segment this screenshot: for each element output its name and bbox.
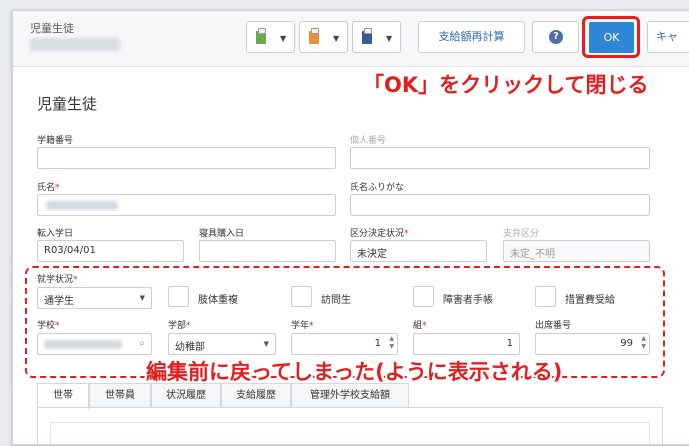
payment-category-label: 支弁区分 bbox=[503, 229, 540, 239]
tab-household-members[interactable]: 世帯員 bbox=[89, 383, 151, 408]
chevron-down-icon: ▼ bbox=[333, 34, 340, 43]
redacted-school-value bbox=[44, 340, 122, 349]
help-icon: ? bbox=[549, 30, 563, 44]
chevron-down-icon: ▼ bbox=[139, 294, 145, 302]
personal-no-label: 個人番号 bbox=[350, 136, 387, 146]
transfer-date-input[interactable]: R03/04/01 bbox=[37, 240, 184, 262]
clipboard-green-button[interactable]: ▼ bbox=[246, 21, 295, 53]
recalculate-payment-button[interactable]: 支給額再計算 bbox=[418, 21, 525, 53]
redacted-student-name bbox=[30, 38, 120, 51]
help-button[interactable]: ? bbox=[532, 21, 579, 53]
name-kana-label: 氏名ふりがな bbox=[350, 183, 405, 193]
name-label: 氏名* bbox=[37, 183, 60, 193]
chevron-down-icon: ▼ bbox=[263, 340, 269, 348]
tab-panel-content bbox=[50, 422, 650, 444]
tab-status-history[interactable]: 状況履歴 bbox=[151, 383, 221, 408]
ok-button-highlight bbox=[582, 16, 640, 58]
stepper-arrows-icon[interactable]: ▲ ▼ bbox=[389, 335, 394, 351]
tab-payment-history[interactable]: 支給履歴 bbox=[221, 383, 291, 408]
seat-no-label: 出席番号 bbox=[535, 321, 572, 331]
checkbox-physical-disability-label: 肢体重複 bbox=[198, 295, 238, 306]
redacted-name-value bbox=[46, 201, 118, 210]
reverted-note-annotation: 編集前に戻ってしまった(ように表示される) bbox=[146, 360, 563, 384]
class-input[interactable]: 1 bbox=[413, 333, 520, 355]
chevron-down-icon: ▼ bbox=[386, 34, 393, 43]
department-label: 学部* bbox=[168, 321, 191, 331]
name-input[interactable] bbox=[37, 194, 336, 216]
clipboard-blue-button[interactable]: ▼ bbox=[352, 21, 401, 53]
tab-household[interactable]: 世帯 bbox=[37, 383, 89, 409]
payment-category-select: 未定_不明 bbox=[503, 240, 650, 262]
name-kana-input[interactable] bbox=[350, 194, 650, 216]
school-label: 学校* bbox=[37, 321, 60, 331]
seat-no-stepper[interactable]: 99 ▲ ▼ bbox=[535, 333, 650, 355]
ok-instruction-annotation: 「OK」をクリックして閉じる bbox=[363, 73, 649, 97]
stepper-arrows-icon[interactable]: ▲ ▼ bbox=[641, 335, 646, 351]
cancel-button[interactable]: キャ bbox=[647, 21, 689, 53]
transfer-date-label: 転入学日 bbox=[37, 229, 74, 239]
enrollment-label: 就学状況* bbox=[37, 275, 78, 285]
tab-panel bbox=[37, 407, 663, 444]
checkbox-welfare-payment-label: 措置費受給 bbox=[565, 295, 615, 306]
checkbox-physical-disability[interactable] bbox=[168, 286, 189, 307]
window-title: 児童生徒 bbox=[30, 22, 74, 35]
enrollment-select[interactable]: 通学生 ▼ bbox=[37, 287, 152, 309]
personal-no-input[interactable] bbox=[350, 147, 650, 169]
checkbox-disability-card-label: 障害者手帳 bbox=[443, 295, 493, 306]
clipboard-icon bbox=[256, 28, 266, 44]
grade-stepper[interactable]: 1 ▲ ▼ bbox=[291, 333, 398, 355]
purchase-date-label: 寝具購入日 bbox=[199, 229, 245, 239]
checkbox-welfare-payment[interactable] bbox=[535, 286, 556, 307]
grade-label: 学年* bbox=[291, 321, 314, 331]
clipboard-orange-button[interactable]: ▼ bbox=[299, 21, 348, 53]
tab-external-school-payment[interactable]: 管理外学校支給額 bbox=[291, 383, 409, 408]
class-label: 組* bbox=[413, 321, 427, 331]
clipboard-icon bbox=[309, 28, 319, 44]
category-status-label: 区分決定状況* bbox=[350, 229, 409, 239]
checkbox-home-visit-label: 訪問生 bbox=[321, 295, 351, 306]
category-status-select[interactable]: 未決定 bbox=[350, 240, 487, 262]
dialog-header: 児童生徒 ▼ ▼ ▼ 支給額再計算 ? OK キャ bbox=[13, 11, 689, 67]
department-select[interactable]: 幼稚部 ▼ bbox=[168, 333, 276, 355]
school-input[interactable]: ⌕ bbox=[37, 333, 152, 355]
checkbox-disability-card[interactable] bbox=[413, 286, 434, 307]
student-no-input[interactable] bbox=[37, 147, 336, 169]
purchase-date-input[interactable] bbox=[199, 240, 336, 262]
section-title: 児童生徒 bbox=[37, 95, 98, 113]
chevron-down-icon: ▼ bbox=[280, 34, 287, 43]
checkbox-home-visit[interactable] bbox=[291, 286, 312, 307]
clipboard-icon bbox=[362, 28, 372, 44]
dialog-window: 児童生徒 ▼ ▼ ▼ 支給額再計算 ? OK キャ 「OK」をクリックして閉じる… bbox=[12, 10, 689, 445]
search-icon[interactable]: ⌕ bbox=[139, 338, 145, 349]
student-no-label: 学籍番号 bbox=[37, 136, 74, 146]
